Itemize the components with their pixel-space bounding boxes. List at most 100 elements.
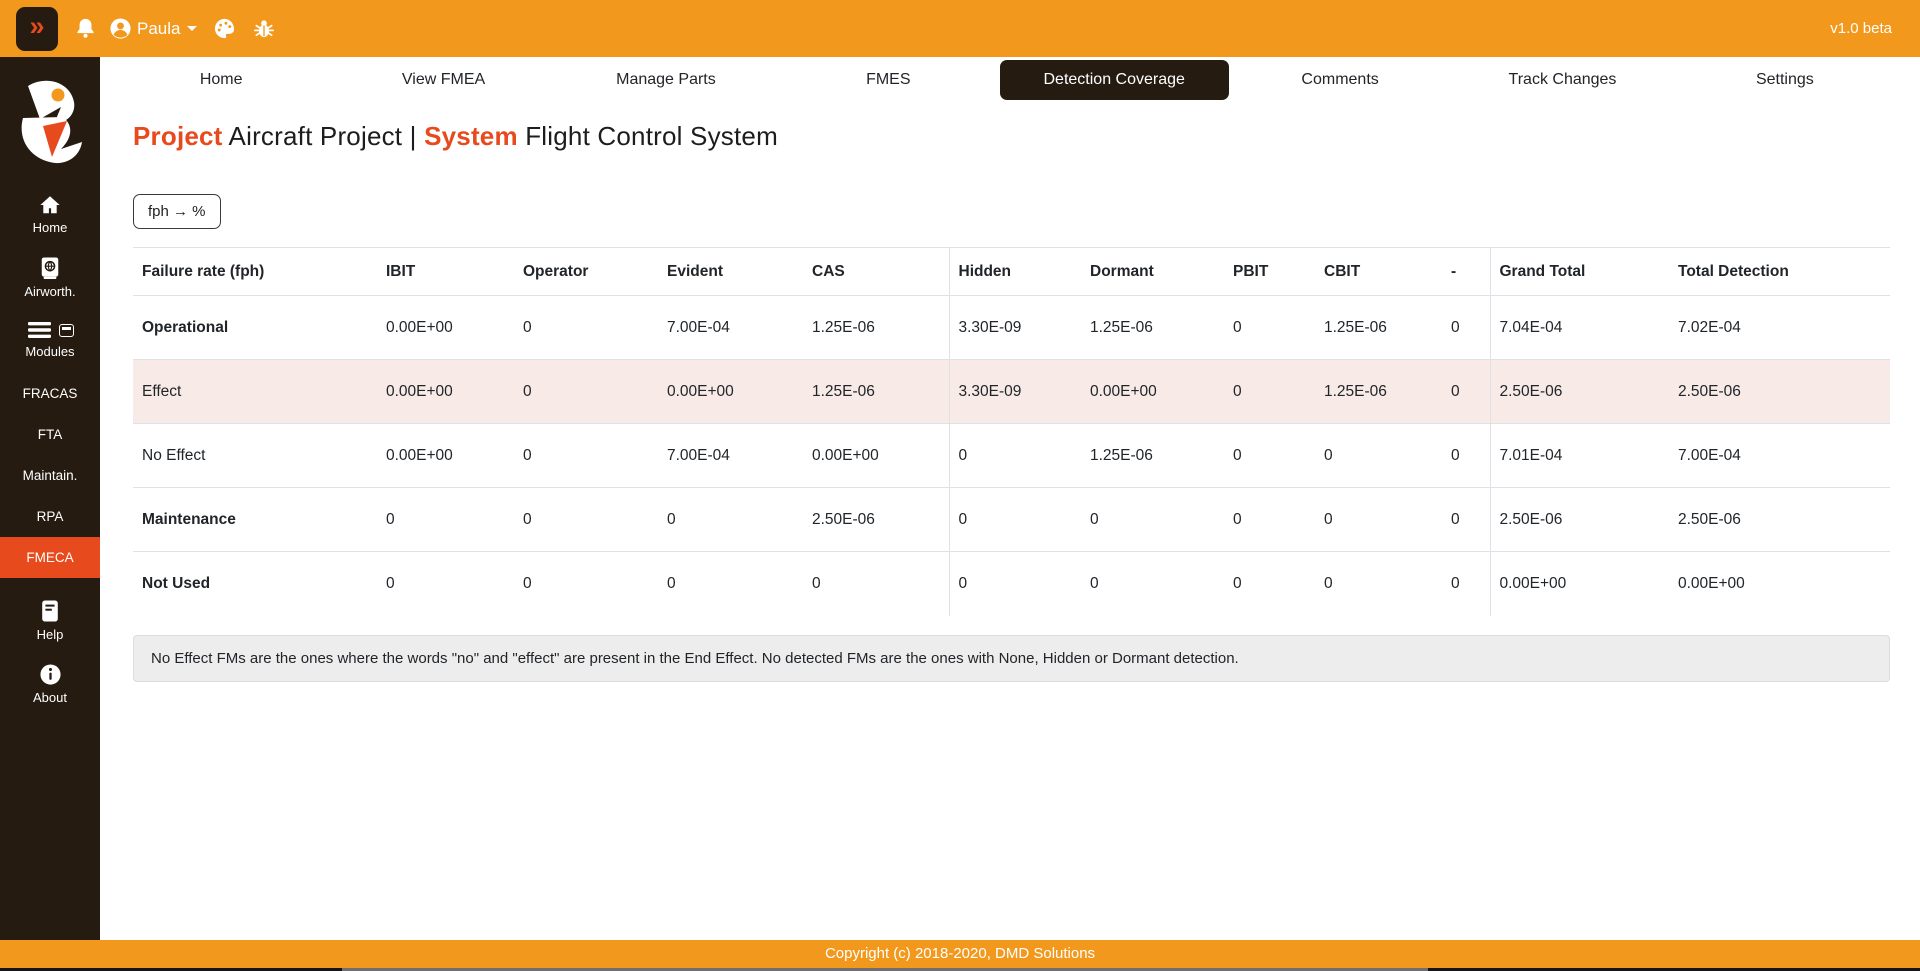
cell-value: 0 — [1442, 552, 1490, 616]
sidebar-item-label: Airworth. — [24, 284, 75, 299]
sidebar-item-label: Help — [37, 627, 64, 642]
row-label: Maintenance — [133, 488, 377, 552]
main-area: Home View FMEA Manage Parts FMESDetection C… — [100, 57, 1920, 940]
sidebar-item-label: Modules — [25, 344, 74, 359]
help-book-icon — [39, 599, 61, 623]
sidebar-item-airworth[interactable]: Airworth. — [0, 256, 100, 299]
double-chevron-icon: » — [29, 13, 44, 40]
fph-to-percent-toggle-button[interactable]: fph → % — [133, 194, 221, 229]
cell-value: 0 — [803, 552, 949, 616]
cell-value: 2.50E-06 — [1490, 360, 1669, 424]
title-separator: | — [410, 121, 417, 151]
cell-value: 0.00E+00 — [1081, 360, 1224, 424]
column-header: Hidden — [949, 248, 1081, 296]
tab-comments[interactable]: Comments — [1229, 61, 1451, 99]
sidebar-item-label: About — [33, 690, 67, 705]
copyright-bar: Copyright (c) 2018-2020, DMD Solutions — [0, 940, 1920, 968]
tab-detection-coverage[interactable]: Detection Coverage — [1000, 60, 1229, 100]
theme-palette-icon[interactable] — [213, 17, 236, 40]
cell-value: 0 — [1442, 296, 1490, 360]
airworthiness-book-icon — [39, 256, 61, 280]
column-header: Evident — [658, 248, 803, 296]
user-avatar-icon — [109, 17, 132, 40]
column-header: CAS — [803, 248, 949, 296]
tab-label: Detection Coverage — [1000, 60, 1229, 100]
cell-value: 7.00E-04 — [658, 296, 803, 360]
tab-view-fmea[interactable]: View FMEA — [332, 61, 554, 99]
column-header: Grand Total — [1490, 248, 1669, 296]
column-header: IBIT — [377, 248, 514, 296]
cell-value: 0 — [1442, 488, 1490, 552]
cell-value: 0.00E+00 — [1490, 552, 1669, 616]
sidebar-item-fta[interactable]: FTA — [0, 414, 100, 455]
app-logo — [14, 73, 86, 173]
sidebar-item-about[interactable]: About — [0, 663, 100, 705]
cell-value: 0.00E+00 — [377, 424, 514, 488]
project-label: Project — [133, 121, 223, 151]
cell-value: 0 — [1224, 296, 1315, 360]
cell-value: 1.25E-06 — [1315, 360, 1442, 424]
tab-label: Home — [182, 61, 261, 99]
tab-fmes[interactable]: FMES — [777, 61, 999, 99]
row-label: No Effect — [133, 424, 377, 488]
cell-value: 0 — [1081, 552, 1224, 616]
sidebar-item-help[interactable]: Help — [0, 599, 100, 642]
system-label: System — [424, 121, 518, 151]
cell-value: 7.00E-04 — [658, 424, 803, 488]
cell-value: 0.00E+00 — [377, 360, 514, 424]
user-name: Paula — [137, 19, 180, 39]
sidebar-item-label: RPA — [37, 509, 64, 524]
column-header: - — [1442, 248, 1490, 296]
row-label: Operational — [133, 296, 377, 360]
column-header: Dormant — [1081, 248, 1224, 296]
cell-value: 7.00E-04 — [1669, 424, 1890, 488]
table-row: Operational0.00E+0007.00E-041.25E-063.30… — [133, 296, 1890, 360]
cell-value: 2.50E-06 — [1669, 360, 1890, 424]
column-header: CBIT — [1315, 248, 1442, 296]
tab-settings[interactable]: Settings — [1674, 61, 1896, 99]
tab-label: Track Changes — [1491, 61, 1635, 99]
sidebar-nav: Home Airworth. Modules FRACAS FTA Maintain. RP… — [0, 173, 100, 705]
tab-home[interactable]: Home — [110, 61, 332, 99]
sidebar-collapse-button[interactable]: » — [16, 7, 58, 51]
tab-manage-parts[interactable]: Manage Parts — [555, 61, 777, 99]
sidebar-item-label: FRACAS — [23, 386, 78, 401]
sidebar-item-label: FMECA — [26, 550, 73, 565]
sidebar-item-label: Maintain. — [23, 468, 78, 483]
sidebar-item-fmeca[interactable]: FMECA — [0, 537, 100, 578]
cell-value: 0 — [1224, 360, 1315, 424]
tab-label: View FMEA — [384, 61, 503, 99]
sidebar-item-maintain[interactable]: Maintain. — [0, 455, 100, 496]
sidebar-item-rpa[interactable]: RPA — [0, 496, 100, 537]
cell-value: 0 — [1315, 488, 1442, 552]
cell-value: 0 — [514, 360, 658, 424]
cell-value: 0 — [1081, 488, 1224, 552]
cell-value: 7.02E-04 — [1669, 296, 1890, 360]
cell-value: 0.00E+00 — [803, 424, 949, 488]
notifications-bell-icon[interactable] — [74, 17, 97, 40]
tab-label: Manage Parts — [598, 61, 734, 99]
column-header: Total Detection — [1669, 248, 1890, 296]
column-header: PBIT — [1224, 248, 1315, 296]
sidebar-item-fracas[interactable]: FRACAS — [0, 373, 100, 414]
sidebar-item-home[interactable]: Home — [0, 194, 100, 235]
cell-value: 0 — [1442, 424, 1490, 488]
user-menu[interactable]: Paula — [109, 17, 197, 40]
sidebar-item-modules[interactable]: Modules — [0, 320, 100, 359]
window-icon — [59, 324, 74, 337]
cell-value: 0 — [1315, 424, 1442, 488]
page-title: Project Aircraft Project | System Flight… — [133, 121, 1890, 152]
debug-bug-icon[interactable] — [252, 17, 276, 40]
cell-value: 0 — [658, 552, 803, 616]
cell-value: 0.00E+00 — [658, 360, 803, 424]
cell-value: 0.00E+00 — [377, 296, 514, 360]
modules-menu-icon — [27, 320, 52, 340]
table-row: Maintenance0002.50E-06000002.50E-062.50E… — [133, 488, 1890, 552]
cell-value: 0 — [1224, 552, 1315, 616]
column-header: Operator — [514, 248, 658, 296]
tab-track-changes[interactable]: Track Changes — [1451, 61, 1673, 99]
table-header-row: Failure rate (fph)IBITOperatorEvidentCAS… — [133, 248, 1890, 296]
project-name: Aircraft Project — [229, 121, 403, 151]
cell-value: 0 — [1442, 360, 1490, 424]
cell-value: 0 — [377, 552, 514, 616]
